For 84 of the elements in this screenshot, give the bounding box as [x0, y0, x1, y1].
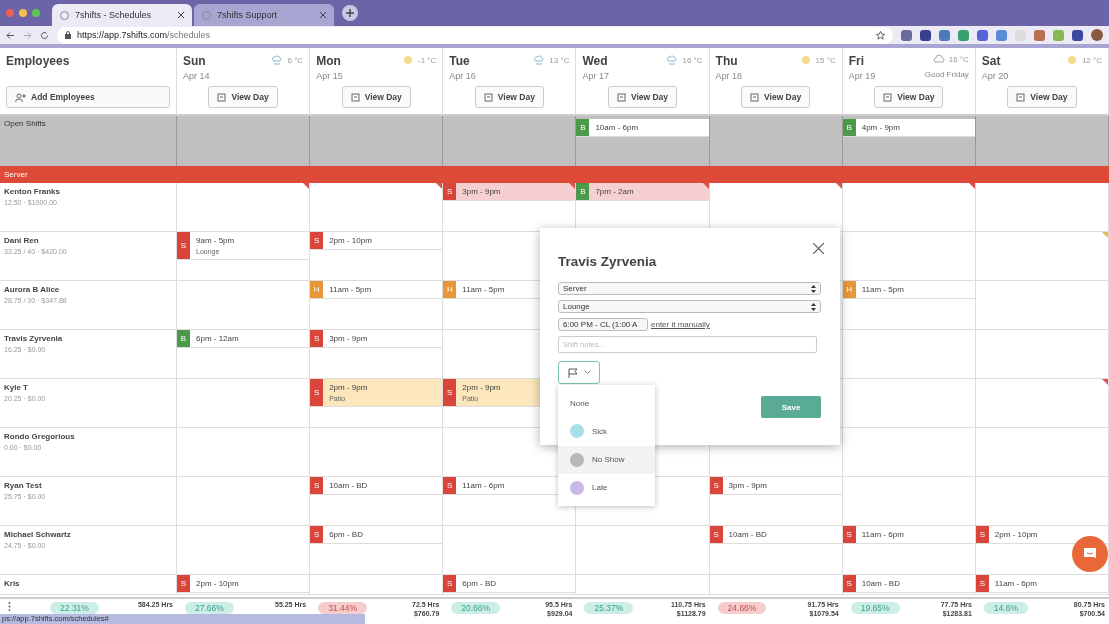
employee-name: Travis Zyrvenia	[4, 334, 64, 343]
shift-time: 6pm - BD	[462, 579, 497, 588]
shift-time: 6pm - 12am	[196, 334, 239, 343]
labor-percent: 31.44%	[318, 602, 367, 614]
role-badge: S	[443, 575, 457, 592]
url-text: https://app.7shifts.com/schedules	[77, 30, 211, 40]
day-date: Apr 14	[183, 71, 210, 81]
shift-time: 2pm - 9pm	[462, 383, 501, 392]
employee-name: Michael Schwartz	[4, 530, 72, 539]
temperature: 13 °C	[549, 55, 570, 65]
shift-time: 11am - 6pm	[861, 530, 904, 539]
role-badge: S	[177, 232, 190, 259]
labor-percent: 14.6%	[983, 602, 1028, 614]
day-date: Apr 20	[981, 71, 1009, 81]
employee-name: Ryan Test	[4, 481, 43, 490]
temperature: 12 °C	[1081, 55, 1102, 65]
labor-percent: 25.37%	[584, 602, 634, 614]
labor-percent: 20.66%	[451, 602, 501, 614]
shift-time: 11am - 6pm	[994, 579, 1037, 588]
section-label: Server	[4, 170, 28, 179]
employee-name: Kenton Franks	[4, 187, 61, 196]
day-name: Sun	[183, 54, 206, 68]
column-title: Employees	[6, 54, 70, 68]
dialog-title: Travis Zyrvenia	[558, 254, 658, 269]
role-badge: H	[310, 281, 324, 298]
row-label: Open Shifts	[3, 119, 46, 128]
shift-time: 11am - 5pm	[462, 285, 505, 294]
day-date: Apr 16	[449, 71, 476, 81]
role-badge: S	[443, 477, 457, 494]
day-date: Apr 19	[848, 71, 876, 81]
employee-name: Kris	[4, 579, 21, 588]
shift-time: 4pm - 9pm	[861, 123, 900, 132]
day-date: Apr 17	[582, 71, 609, 81]
day-date: Apr 18	[715, 71, 743, 81]
day-name: Tue	[449, 54, 470, 68]
shift-time: 10am - 6pm	[595, 123, 639, 132]
labor-percent: 19.65%	[850, 602, 900, 614]
day-name: Wed	[582, 54, 608, 68]
role-badge: S	[310, 526, 324, 543]
employee-name: Dani Ren	[4, 236, 40, 245]
temperature: 15 °C	[815, 55, 836, 65]
temperature: 16 °C	[682, 55, 703, 65]
role-badge: S	[443, 183, 457, 200]
role-badge: S	[310, 379, 324, 406]
shift-time: 3pm - 9pm	[329, 334, 368, 343]
role-badge: B	[177, 330, 190, 347]
day-name: Sat	[981, 54, 1001, 68]
role-badge: H	[443, 281, 457, 298]
shift-time: 2pm - 9pm	[329, 383, 368, 392]
shift-time: 2pm - 10pm	[196, 579, 239, 588]
shift-time: 10am - BD	[728, 530, 767, 539]
day-name: Fri	[848, 54, 865, 68]
shift-time: 7pm - 2am	[595, 187, 634, 196]
shift-time: 6pm - BD	[329, 530, 363, 539]
shift-time: 2pm - 10pm	[329, 236, 372, 245]
role-badge: S	[310, 330, 324, 347]
employee-name: Aurora B Alice	[4, 285, 61, 294]
day-name: Mon	[316, 54, 341, 68]
temperature: 16 °C	[948, 54, 969, 64]
shift-time: 11am - 5pm	[861, 285, 904, 294]
shift-time: 11am - 5pm	[329, 285, 372, 294]
role-badge: B	[576, 183, 590, 200]
temperature: -1 °C	[417, 55, 437, 65]
shift-time: 11am - 6pm	[462, 481, 505, 490]
role-badge: B	[576, 119, 590, 136]
labor-percent: 24.66%	[717, 602, 767, 614]
shift-time: 10am - BD	[861, 579, 900, 588]
shift-time: 10am - BD	[329, 481, 368, 490]
day-name: Thu	[715, 54, 738, 68]
role-badge: S	[310, 232, 324, 249]
temperature: 6 °C	[287, 55, 304, 65]
day-date: Apr 15	[316, 71, 343, 81]
role-badge: S	[443, 379, 457, 406]
role-badge: S	[310, 477, 324, 494]
shift-time: 2pm - 10pm	[994, 530, 1038, 539]
employee-name: Kyle T	[4, 383, 29, 392]
shift-time: 3pm - 9pm	[462, 187, 501, 196]
shift-time: 3pm - 9pm	[728, 481, 767, 490]
holiday-label: Good Friday	[924, 70, 969, 79]
labor-percent: 27.66%	[185, 602, 234, 614]
role-badge: S	[177, 575, 190, 592]
labor-percent: 22.31%	[50, 602, 99, 614]
shift-time: 9am - 5pm	[196, 236, 235, 245]
employee-name: Rondo Gregorious	[4, 432, 76, 441]
